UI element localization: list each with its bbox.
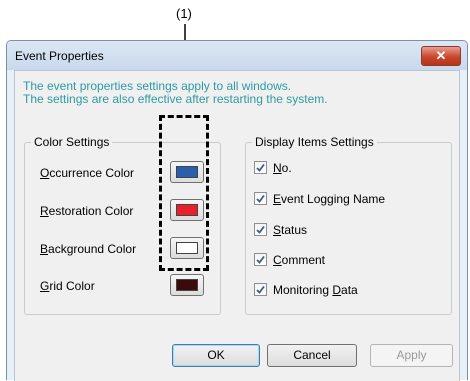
info-text: The event properties settings apply to a… — [23, 80, 328, 106]
close-icon: ✕ — [435, 48, 447, 63]
background-color-label: Background Color — [40, 242, 137, 256]
title-bar: Event Properties ✕ — [7, 41, 467, 70]
grid-color-label: Grid Color — [40, 279, 95, 293]
grid-color-swatch — [176, 279, 198, 291]
close-button[interactable]: ✕ — [421, 46, 461, 66]
callout-highlight-box — [159, 115, 209, 271]
checkbox-status[interactable]: Status — [254, 223, 307, 237]
checkbox-checked-icon — [254, 161, 267, 174]
checkbox-no[interactable]: No. — [254, 161, 292, 175]
ok-button[interactable]: OK — [172, 344, 260, 367]
display-items-title: Display Items Settings — [252, 135, 377, 149]
restoration-color-label: Restoration Color — [40, 204, 134, 218]
apply-button[interactable]: Apply — [370, 344, 453, 367]
checkbox-comment[interactable]: Comment — [254, 253, 325, 267]
event-properties-dialog: Event Properties ✕ The event properties … — [6, 40, 468, 381]
info-line: The settings are also effective after re… — [23, 92, 328, 106]
display-items-group: Display Items Settings No. Event Logging… — [245, 135, 452, 315]
occurrence-color-label: Occurrence Color — [40, 166, 135, 180]
checkbox-checked-icon — [254, 253, 267, 266]
checkbox-checked-icon — [254, 192, 267, 205]
checkbox-event-logging-name[interactable]: Event Logging Name — [254, 192, 385, 206]
checkbox-monitoring-data[interactable]: Monitoring Data — [254, 283, 358, 297]
cancel-button[interactable]: Cancel — [267, 344, 357, 367]
checkbox-checked-icon — [254, 223, 267, 236]
checkbox-checked-icon — [254, 283, 267, 296]
dialog-title: Event Properties — [15, 49, 104, 63]
dialog-content: The event properties settings apply to a… — [14, 70, 460, 381]
color-settings-title: Color Settings — [31, 135, 113, 149]
grid-color-button[interactable] — [170, 274, 204, 296]
